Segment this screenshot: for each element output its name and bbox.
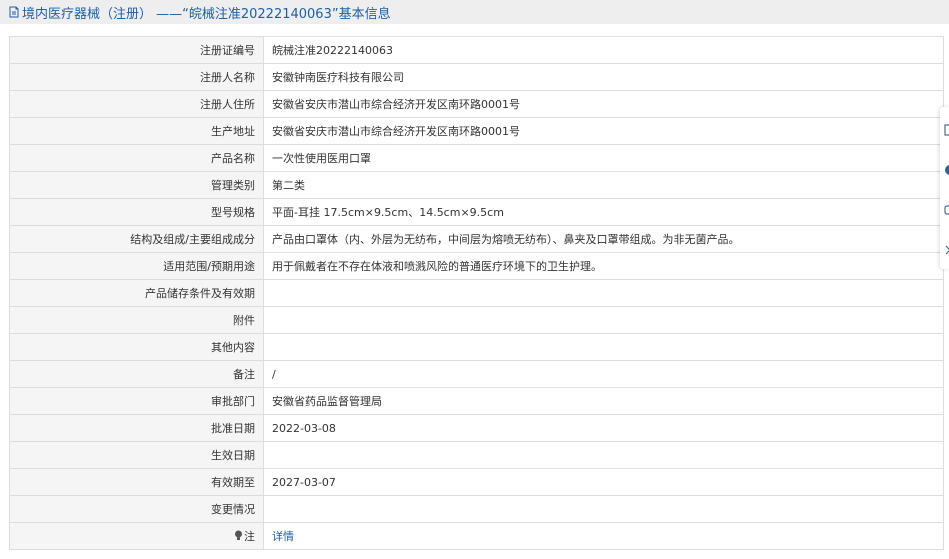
table-row: 注册人名称 安徽钟南医疗科技有限公司 (9, 63, 944, 91)
row-label: 附件 (9, 306, 264, 334)
table-row: 生产地址 安徽省安庆市潜山市综合经济开发区南环路0001号 (9, 117, 944, 145)
detail-link[interactable]: 详情 (272, 530, 294, 543)
row-value: / (263, 360, 944, 388)
row-value: 第二类 (263, 171, 944, 199)
table-row: 其他内容 (9, 333, 944, 361)
row-label: 变更情况 (9, 495, 264, 523)
note-row: 注 详情 (9, 522, 944, 550)
table-row: 适用范围/预期用途 用于佩戴者在不存在体液和喷溅风险的普通医疗环境下的卫生护理。 (9, 252, 944, 280)
row-value: 安徽省安庆市潜山市综合经济开发区南环路0001号 (263, 90, 944, 118)
page-title: 境内医疗器械（注册） ——“皖械注准20222140063”基本信息 (22, 6, 391, 22)
table-row: 管理类别 第二类 (9, 171, 944, 199)
row-value: 2022-03-08 (263, 414, 944, 442)
table-row: 备注 / (9, 360, 944, 388)
row-label: 管理类别 (9, 171, 264, 199)
document-icon (8, 6, 20, 18)
row-label: 审批部门 (9, 387, 264, 415)
table-row: 注册证编号 皖械注准20222140063 (9, 36, 944, 64)
side-toolbar (940, 107, 949, 269)
row-value: 用于佩戴者在不存在体液和喷溅风险的普通医疗环境下的卫生护理。 (263, 252, 944, 280)
row-value: 安徽省安庆市潜山市综合经济开发区南环路0001号 (263, 117, 944, 145)
note-label: 注 (244, 530, 255, 543)
row-label: 注册人住所 (9, 90, 264, 118)
row-label: 有效期至 (9, 468, 264, 496)
info-table: 注册证编号 皖械注准20222140063 注册人名称 安徽钟南医疗科技有限公司… (9, 36, 944, 550)
row-label: 注册证编号 (9, 36, 264, 64)
row-value: 安徽省药品监督管理局 (263, 387, 944, 415)
table-row: 附件 (9, 306, 944, 334)
table-row: 产品储存条件及有效期 (9, 279, 944, 307)
row-value: 2027-03-07 (263, 468, 944, 496)
note-label-cell: 注 (9, 522, 264, 550)
row-value (263, 306, 944, 334)
row-value: 平面-耳挂 17.5cm×9.5cm、14.5cm×9.5cm (263, 198, 944, 226)
row-value (263, 279, 944, 307)
copy-icon[interactable] (944, 121, 949, 136)
table-row: 产品名称 一次性使用医用口罩 (9, 144, 944, 172)
row-label: 生效日期 (9, 441, 264, 469)
table-row: 变更情况 (9, 495, 944, 523)
row-label: 注册人名称 (9, 63, 264, 91)
row-label: 型号规格 (9, 198, 264, 226)
lightbulb-icon (234, 530, 243, 544)
row-value (263, 441, 944, 469)
table-row: 生效日期 (9, 441, 944, 469)
row-label: 适用范围/预期用途 (9, 252, 264, 280)
link-icon[interactable] (944, 201, 949, 215)
row-value (263, 333, 944, 361)
table-row: 型号规格 平面-耳挂 17.5cm×9.5cm、14.5cm×9.5cm (9, 198, 944, 226)
row-label: 产品储存条件及有效期 (9, 279, 264, 307)
page-header: 境内医疗器械（注册） ——“皖械注准20222140063”基本信息 (0, 0, 949, 24)
close-icon[interactable] (944, 241, 949, 255)
row-label: 其他内容 (9, 333, 264, 361)
table-row: 有效期至 2027-03-07 (9, 468, 944, 496)
row-value: 皖械注准20222140063 (263, 36, 944, 64)
row-value: 产品由口罩体（内、外层为无纺布，中间层为熔喷无纺布）、鼻夹及口罩带组成。为非无菌… (263, 225, 944, 253)
row-value (263, 495, 944, 523)
row-label: 备注 (9, 360, 264, 388)
table-row: 结构及组成/主要组成成分 产品由口罩体（内、外层为无纺布，中间层为熔喷无纺布）、… (9, 225, 944, 253)
row-value: 安徽钟南医疗科技有限公司 (263, 63, 944, 91)
row-label: 结构及组成/主要组成成分 (9, 225, 264, 253)
row-label: 生产地址 (9, 117, 264, 145)
row-label: 批准日期 (9, 414, 264, 442)
note-value-cell: 详情 (263, 522, 944, 550)
circle-icon[interactable] (944, 161, 949, 175)
row-label: 产品名称 (9, 144, 264, 172)
table-row: 批准日期 2022-03-08 (9, 414, 944, 442)
table-row: 注册人住所 安徽省安庆市潜山市综合经济开发区南环路0001号 (9, 90, 944, 118)
table-row: 审批部门 安徽省药品监督管理局 (9, 387, 944, 415)
row-value: 一次性使用医用口罩 (263, 144, 944, 172)
